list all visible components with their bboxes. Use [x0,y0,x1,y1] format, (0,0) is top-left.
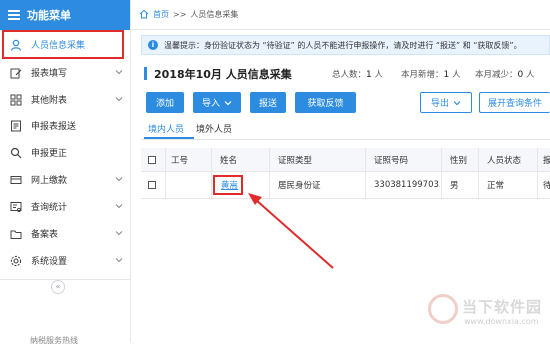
column-header[interactable]: 人员状态 [487,148,537,171]
annotation-name-highlight-box [213,175,243,195]
select-all-checkbox[interactable] [148,155,156,164]
page-title: 2018年10月 人员信息采集 [154,68,292,81]
chevron-down-icon [115,70,123,75]
column-header[interactable]: 报 [543,148,550,171]
breadcrumb-current: 人员信息采集 [190,10,239,19]
notice-banner: i 温馨提示：身份验证状态为 “待验证” 的人员不能进行申报操作，请及时进行 “… [141,35,550,55]
sidebar-item-label: 申报表报送 [31,122,77,132]
chevron-down-icon [115,204,123,209]
stat-reduce: 本月减少：0 人 [475,70,535,80]
title-accent-bar [144,67,147,80]
watermark: 当下软件园 www.downxia.com [428,294,550,334]
column-header[interactable]: 证照类型 [278,148,358,171]
stat-total: 总人数：1 人 [332,70,383,80]
sidebar-item-online-payment[interactable]: 网上缴款 [0,167,131,192]
tab-overseas[interactable]: 境外人员 [196,122,232,135]
query-icon [10,201,22,213]
sidebar-item-label: 报表填写 [31,69,68,79]
cell-gender: 男 [450,181,459,191]
sidebar-item-query-stats[interactable]: 查询统计 [0,194,131,219]
sidebar-item-other-schedules[interactable]: 其他附表 [0,87,131,112]
cell-status: 正常 [487,181,505,191]
edit-icon [10,67,22,79]
submit-button[interactable]: 报送 [250,92,286,113]
annotation-highlight-box [2,30,124,59]
sidebar-item-label: 申报更正 [31,149,68,159]
sidebar-item-label: 备案表 [31,230,59,240]
breadcrumb-home-link[interactable]: 首页 [153,9,169,20]
cell-id-type: 居民身份证 [278,181,321,191]
sidebar-item-label: 网上缴款 [31,176,68,186]
chevron-down-icon [115,97,123,102]
sidebar-header: 功能菜单 [0,0,130,30]
watermark-title: 当下软件园 [462,298,543,316]
sidebar-item-label: 查询统计 [31,203,68,213]
column-header[interactable]: 证照号码 [374,148,454,171]
column-header[interactable]: 性别 [450,148,480,171]
cell-employee-id [171,172,211,198]
report-send-icon [10,120,22,132]
sidebar-item-label: 其他附表 [31,96,68,106]
sidebar-collapse-button[interactable]: « [51,280,65,294]
notice-text: 温馨提示：身份验证状态为 “待验证” 的人员不能进行申报操作，请及时进行 “报送… [164,40,522,50]
chevron-down-icon [115,258,123,263]
card-icon [10,174,22,186]
sidebar-title: 功能菜单 [27,9,71,22]
row-checkbox-cell [148,172,162,198]
sidebar-item-system-settings[interactable]: 系统设置 [0,248,131,273]
tab-domestic[interactable]: 境内人员 [148,122,184,135]
sidebar-item-report-send[interactable]: 申报表报送 [0,113,131,138]
breadcrumb-separator: >> [173,10,187,19]
export-button[interactable]: 导出 [420,92,472,113]
grid-icon [10,94,22,106]
breadcrumb: 首页 >> 人员信息采集 [131,0,550,30]
sidebar-item-report-correction[interactable]: 申报更正 [0,140,131,165]
column-header[interactable]: 姓名 [220,148,260,171]
sidebar-item-report-fill[interactable]: 报表填写 [0,60,131,85]
cell-id-number: 330381199703... [374,180,440,190]
chevron-down-icon [115,231,123,236]
sidebar-item-label: 系统设置 [31,257,68,267]
import-button[interactable]: 导入 [193,92,241,113]
sidebar-footer-text: 纳税服务热线 [30,336,78,345]
add-button[interactable]: 添加 [146,92,184,113]
tab-bar: 境内人员 境外人员 [141,120,550,140]
active-tab-indicator [144,137,194,139]
select-all-checkbox-cell [148,148,162,171]
watermark-logo [428,294,458,324]
column-header[interactable]: 工号 [171,148,211,171]
sidebar-item-filing-form[interactable]: 备案表 [0,221,131,246]
table-row: 黄嵩 居民身份证 330381199703... 男 正常 待 [141,172,550,199]
menu-icon[interactable] [8,10,20,20]
home-icon[interactable] [139,9,149,21]
stat-new: 本月新增：1 人 [401,70,461,80]
sidebar-divider [0,279,131,280]
table-header: 工号 姓名 证照类型 证照号码 性别 人员状态 报 [141,148,550,172]
search-icon [10,147,22,159]
get-feedback-button[interactable]: 获取反馈 [295,92,356,113]
chevron-down-icon [453,100,461,105]
info-icon: i [148,40,158,50]
summary-bar: 2018年10月 人员信息采集 总人数：1 人 本月新增：1 人 本月减少：0 … [144,66,550,82]
gear-icon [10,255,22,267]
folder-icon [10,228,22,240]
row-checkbox[interactable] [148,181,156,189]
watermark-url: www.downxia.com [464,317,539,326]
cell-report-status: 待 [543,181,550,191]
expand-query-button[interactable]: 展开查询条件 [479,92,550,113]
chevron-down-icon [115,177,123,182]
chevron-down-icon [224,100,232,105]
